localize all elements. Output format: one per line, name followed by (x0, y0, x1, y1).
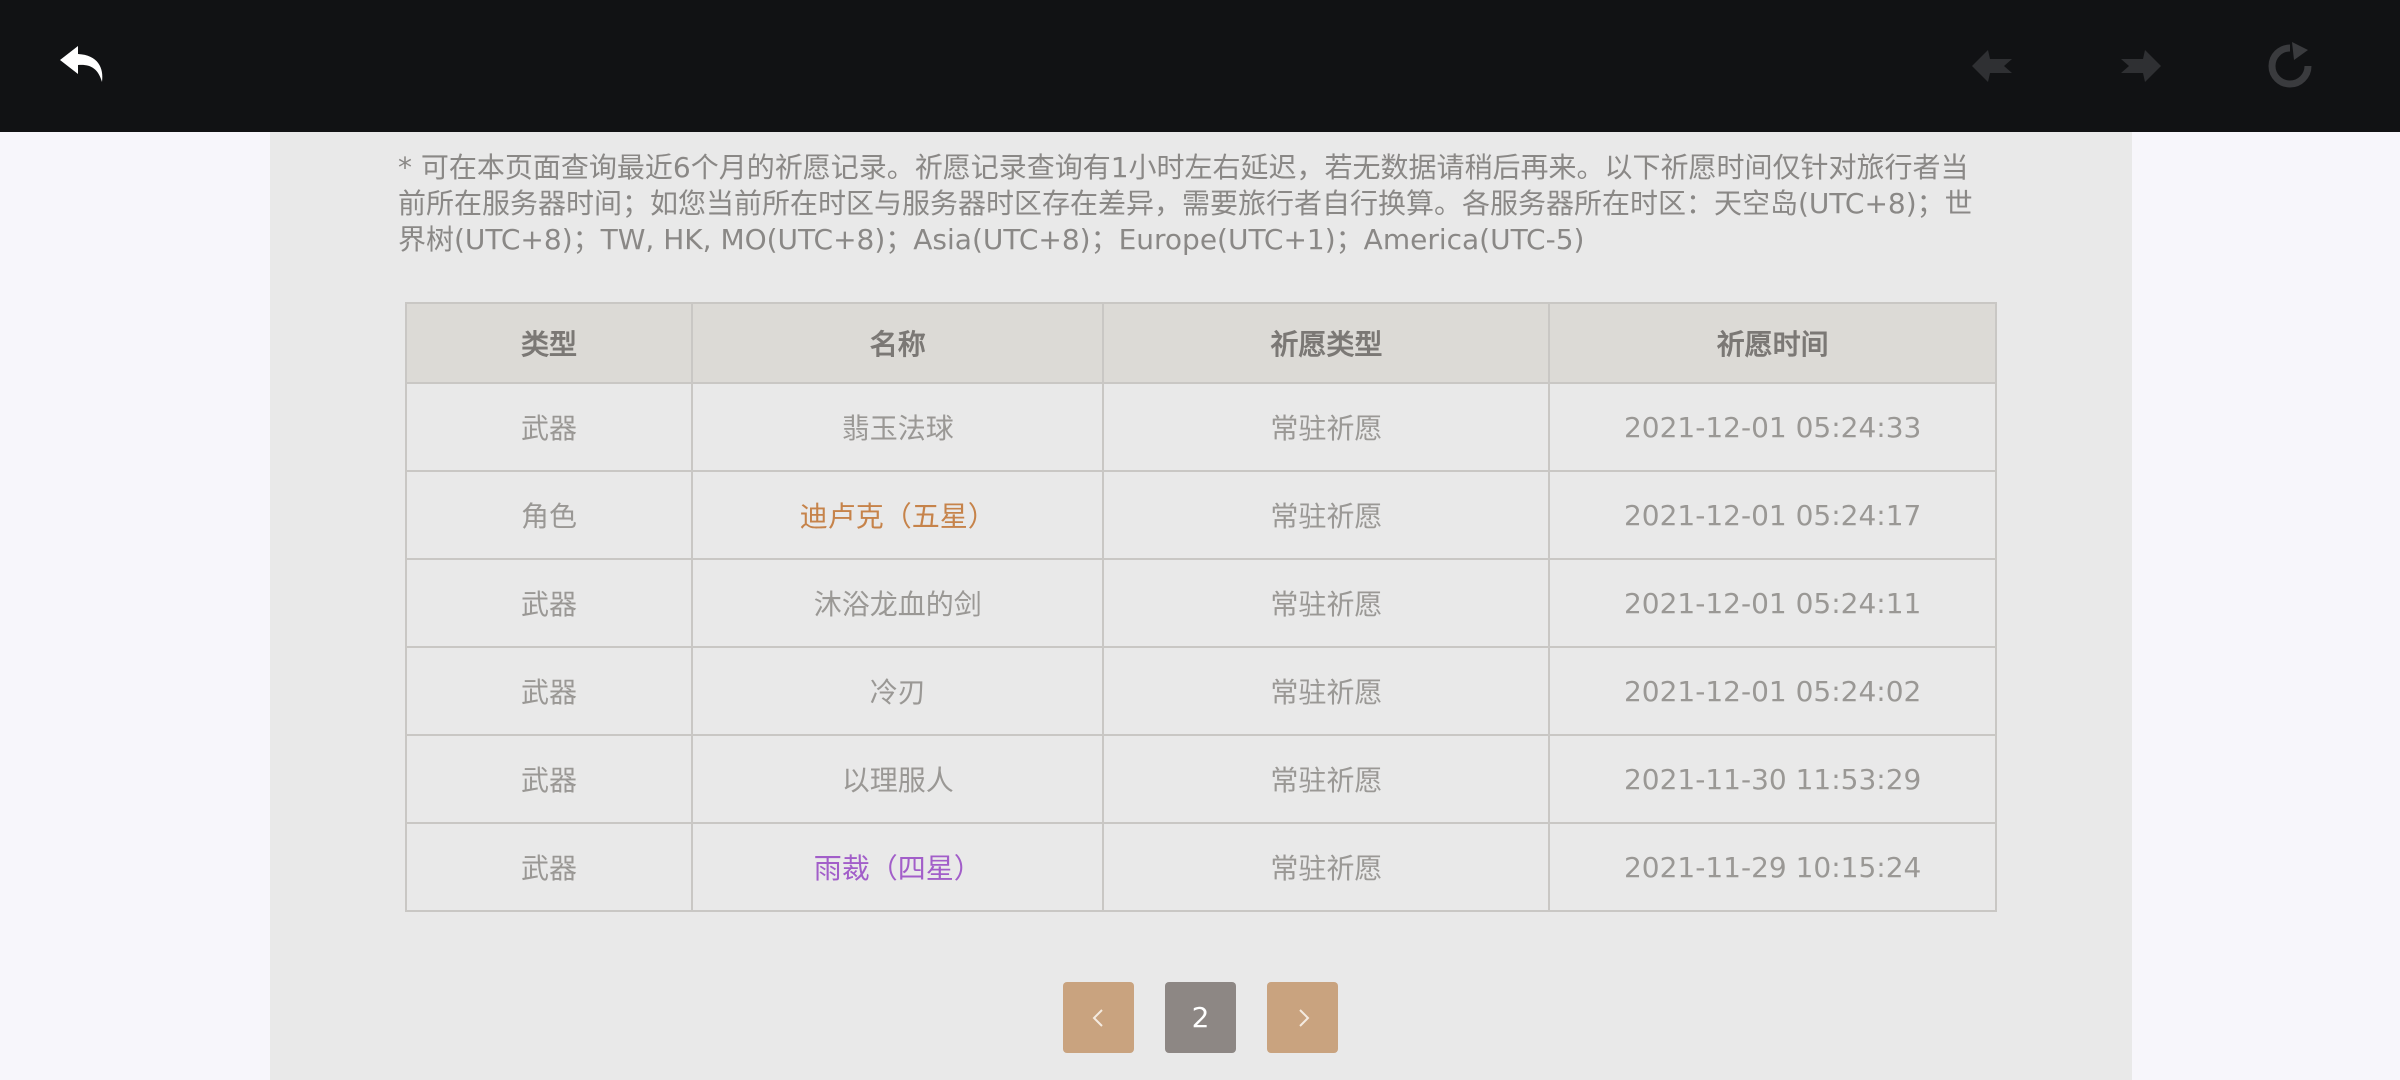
refresh-button[interactable] (2250, 26, 2330, 106)
cell-wish-type: 常驻祈愿 (1102, 646, 1551, 736)
undo-arrow-icon (60, 46, 103, 82)
cell-type: 武器 (404, 822, 694, 912)
cell-time: 2021-12-01 05:24:33 (1548, 382, 1997, 472)
page-forward-button[interactable] (2100, 26, 2180, 106)
arrow-left-diamond-icon (1972, 50, 2012, 82)
back-button[interactable] (44, 26, 124, 106)
notice-text: * 可在本页面查询最近6个月的祈愿记录。祈愿记录查询有1小时左右延迟，若无数据请… (398, 151, 1973, 256)
table-row: 武器 雨裁（四星） 常驻祈愿 2021-11-29 10:15:24 (404, 822, 1997, 912)
chevron-right-icon (1298, 1008, 1309, 1027)
pagination-current-page[interactable]: 2 (1165, 982, 1236, 1053)
cell-type: 武器 (404, 646, 694, 736)
column-header-wish-time: 祈愿时间 (1548, 302, 1997, 384)
pagination-prev-button[interactable] (1063, 982, 1134, 1053)
wish-records-table: 类型 名称 祈愿类型 祈愿时间 武器 翡玉法球 常驻祈愿 2021-12-01 … (404, 302, 1997, 912)
cell-time: 2021-12-01 05:24:11 (1548, 558, 1997, 648)
table-header-row: 类型 名称 祈愿类型 祈愿时间 (404, 302, 1997, 384)
table-row: 武器 以理服人 常驻祈愿 2021-11-30 11:53:29 (404, 734, 1997, 824)
top-toolbar (0, 0, 2400, 132)
pagination-next-button[interactable] (1267, 982, 1338, 1053)
cell-name: 沐浴龙血的剑 (691, 558, 1105, 648)
cell-name: 翡玉法球 (691, 382, 1105, 472)
cell-wish-type: 常驻祈愿 (1102, 382, 1551, 472)
column-header-type: 类型 (404, 302, 694, 384)
cell-wish-type: 常驻祈愿 (1102, 558, 1551, 648)
cell-wish-type: 常驻祈愿 (1102, 734, 1551, 824)
cell-time: 2021-12-01 05:24:02 (1548, 646, 1997, 736)
cell-type: 武器 (404, 558, 694, 648)
cell-time: 2021-11-30 11:53:29 (1548, 734, 1997, 824)
cell-name: 以理服人 (691, 734, 1105, 824)
cell-wish-type: 常驻祈愿 (1102, 470, 1551, 560)
arrow-right-diamond-icon (2121, 50, 2161, 82)
cell-time: 2021-11-29 10:15:24 (1548, 822, 1997, 912)
page-back-button[interactable] (1953, 26, 2033, 106)
pagination: 2 (1063, 982, 1338, 1054)
table-row: 武器 翡玉法球 常驻祈愿 2021-12-01 05:24:33 (404, 382, 1997, 472)
cell-type: 武器 (404, 734, 694, 824)
column-header-name: 名称 (691, 302, 1105, 384)
table-row: 武器 沐浴龙血的剑 常驻祈愿 2021-12-01 05:24:11 (404, 558, 1997, 648)
wish-history-panel: * 可在本页面查询最近6个月的祈愿记录。祈愿记录查询有1小时左右延迟，若无数据请… (270, 132, 2132, 1080)
cell-name-five-star: 迪卢克（五星） (691, 470, 1105, 560)
cell-name-four-star: 雨裁（四星） (691, 822, 1105, 912)
cell-type: 武器 (404, 382, 694, 472)
table-row: 角色 迪卢克（五星） 常驻祈愿 2021-12-01 05:24:17 (404, 470, 1997, 560)
chevron-left-icon (1092, 1008, 1103, 1027)
table-row: 武器 冷刃 常驻祈愿 2021-12-01 05:24:02 (404, 646, 1997, 736)
refresh-icon (2268, 42, 2312, 88)
column-header-wish-type: 祈愿类型 (1102, 302, 1551, 384)
cell-wish-type: 常驻祈愿 (1102, 822, 1551, 912)
cell-type: 角色 (404, 470, 694, 560)
cell-time: 2021-12-01 05:24:17 (1548, 470, 1997, 560)
cell-name: 冷刃 (691, 646, 1105, 736)
